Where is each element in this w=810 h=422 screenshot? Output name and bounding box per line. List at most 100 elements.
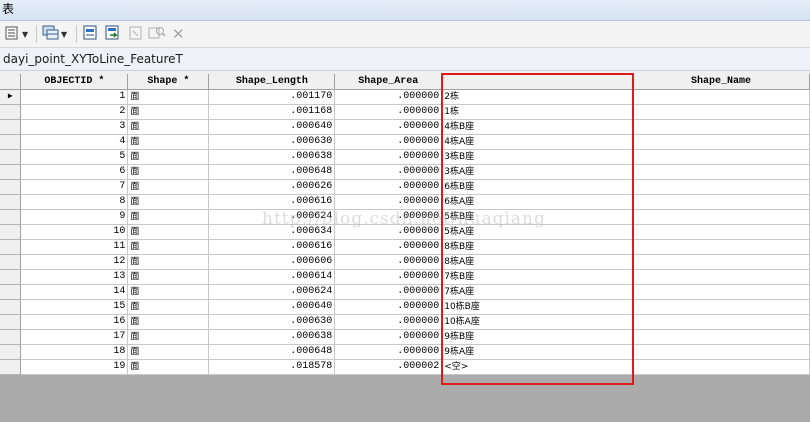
objectid-cell[interactable]: 4 <box>20 134 129 150</box>
shape-length-cell[interactable]: .000640 <box>208 119 336 135</box>
objectid-cell[interactable]: 11 <box>20 239 129 255</box>
shape-cell[interactable]: 面 <box>127 359 210 375</box>
name-cell[interactable]: 10栋A座 <box>441 314 634 330</box>
related-tables-button[interactable]: ▼ <box>42 24 67 44</box>
row-selector[interactable] <box>0 149 22 165</box>
table-row[interactable]: 7 面 .000626.000000 6栋B座 <box>0 179 810 195</box>
shape-cell[interactable]: 面 <box>127 224 210 240</box>
shape-area-cell[interactable]: .000000 <box>334 269 443 285</box>
table-row[interactable]: 8 面 .000616.000000 6栋A座 <box>0 194 810 210</box>
column-header-shape-length[interactable]: Shape_Length <box>208 74 336 90</box>
table-row[interactable]: 2 面 .001168.000000 1栋 <box>0 104 810 120</box>
empty-cell[interactable] <box>632 314 810 330</box>
shape-area-cell[interactable]: .000002 <box>334 359 443 375</box>
column-header-objectid[interactable]: OBJECTID * <box>20 74 129 90</box>
table-row[interactable]: 12 面 .000606.000000 8栋A座 <box>0 254 810 270</box>
name-cell[interactable]: 9栋B座 <box>441 329 634 345</box>
empty-cell[interactable] <box>632 284 810 300</box>
empty-cell[interactable] <box>632 329 810 345</box>
shape-cell[interactable]: 面 <box>127 209 210 225</box>
empty-cell[interactable] <box>632 164 810 180</box>
shape-length-cell[interactable]: .000630 <box>208 134 336 150</box>
shape-length-cell[interactable]: .000648 <box>208 164 336 180</box>
clear-selection-button[interactable] <box>128 24 144 44</box>
objectid-cell[interactable]: 13 <box>20 269 129 285</box>
shape-length-cell[interactable]: .001168 <box>208 104 336 120</box>
row-selector[interactable] <box>0 179 22 195</box>
column-header-shape-name[interactable]: Shape_Name <box>632 74 810 90</box>
shape-length-cell[interactable]: .000624 <box>208 284 336 300</box>
shape-length-cell[interactable]: .000640 <box>208 299 336 315</box>
shape-cell[interactable]: 面 <box>127 89 210 105</box>
row-selector[interactable] <box>0 209 22 225</box>
objectid-cell[interactable]: 14 <box>20 284 129 300</box>
shape-cell[interactable]: 面 <box>127 179 210 195</box>
row-selector[interactable] <box>0 329 22 345</box>
table-row[interactable]: 14 面 .000624.000000 7栋A座 <box>0 284 810 300</box>
shape-area-cell[interactable]: .000000 <box>334 194 443 210</box>
shape-cell[interactable]: 面 <box>127 119 210 135</box>
row-selector[interactable] <box>0 314 22 330</box>
shape-length-cell[interactable]: .000624 <box>208 209 336 225</box>
empty-cell[interactable] <box>632 194 810 210</box>
empty-cell[interactable] <box>632 134 810 150</box>
objectid-cell[interactable]: 17 <box>20 329 129 345</box>
shape-cell[interactable]: 面 <box>127 254 210 270</box>
shape-area-cell[interactable]: .000000 <box>334 164 443 180</box>
name-cell[interactable]: <空> <box>441 359 634 375</box>
objectid-cell[interactable]: 19 <box>20 359 129 375</box>
switch-selection-button[interactable] <box>104 24 122 44</box>
shape-area-cell[interactable]: .000000 <box>334 344 443 360</box>
shape-cell[interactable]: 面 <box>127 344 210 360</box>
name-cell[interactable]: 8栋B座 <box>441 239 634 255</box>
shape-length-cell[interactable]: .000630 <box>208 314 336 330</box>
objectid-cell[interactable]: 18 <box>20 344 129 360</box>
row-selector[interactable]: ▶ <box>0 89 22 105</box>
objectid-cell[interactable]: 8 <box>20 194 129 210</box>
name-cell[interactable]: 4栋A座 <box>441 134 634 150</box>
delete-selected-button[interactable]: ✕ <box>172 24 185 44</box>
name-cell[interactable]: 3栋A座 <box>441 164 634 180</box>
objectid-cell[interactable]: 16 <box>20 314 129 330</box>
shape-length-cell[interactable]: .000606 <box>208 254 336 270</box>
name-cell[interactable]: 8栋A座 <box>441 254 634 270</box>
empty-cell[interactable] <box>632 149 810 165</box>
objectid-cell[interactable]: 10 <box>20 224 129 240</box>
row-selector[interactable] <box>0 134 22 150</box>
shape-length-cell[interactable]: .001170 <box>208 89 336 105</box>
empty-cell[interactable] <box>632 299 810 315</box>
name-cell[interactable]: 7栋B座 <box>441 269 634 285</box>
objectid-cell[interactable]: 12 <box>20 254 129 270</box>
empty-cell[interactable] <box>632 359 810 375</box>
table-row[interactable]: 4 面 .000630.000000 4栋A座 <box>0 134 810 150</box>
row-selector-header[interactable] <box>0 74 22 90</box>
shape-length-cell[interactable]: .000648 <box>208 344 336 360</box>
shape-length-cell[interactable]: .000638 <box>208 149 336 165</box>
table-tab[interactable]: dayi_point_XYToLine_FeatureT <box>0 52 183 66</box>
shape-area-cell[interactable]: .000000 <box>334 179 443 195</box>
table-row[interactable]: 5 面 .000638.000000 3栋B座 <box>0 149 810 165</box>
table-row[interactable]: 6 面 .000648.000000 3栋A座 <box>0 164 810 180</box>
column-header-shape-area[interactable]: Shape_Area <box>334 74 443 90</box>
shape-cell[interactable]: 面 <box>127 149 210 165</box>
shape-cell[interactable]: 面 <box>127 194 210 210</box>
table-row[interactable]: 17 面 .000638.000000 9栋B座 <box>0 329 810 345</box>
name-cell[interactable]: 5栋A座 <box>441 224 634 240</box>
objectid-cell[interactable]: 7 <box>20 179 129 195</box>
table-row[interactable]: 11 面 .000616.000000 8栋B座 <box>0 239 810 255</box>
empty-cell[interactable] <box>632 89 810 105</box>
name-cell[interactable]: 7栋A座 <box>441 284 634 300</box>
row-selector[interactable] <box>0 269 22 285</box>
name-cell[interactable]: 4栋B座 <box>441 119 634 135</box>
table-row[interactable]: 13 面 .000614.000000 7栋B座 <box>0 269 810 285</box>
name-cell[interactable]: 1栋 <box>441 104 634 120</box>
shape-length-cell[interactable]: .000614 <box>208 269 336 285</box>
empty-cell[interactable] <box>632 254 810 270</box>
empty-cell[interactable] <box>632 269 810 285</box>
objectid-cell[interactable]: 2 <box>20 104 129 120</box>
shape-cell[interactable]: 面 <box>127 269 210 285</box>
select-by-attributes-button[interactable] <box>82 24 100 44</box>
objectid-cell[interactable]: 3 <box>20 119 129 135</box>
shape-area-cell[interactable]: .000000 <box>334 224 443 240</box>
empty-cell[interactable] <box>632 224 810 240</box>
